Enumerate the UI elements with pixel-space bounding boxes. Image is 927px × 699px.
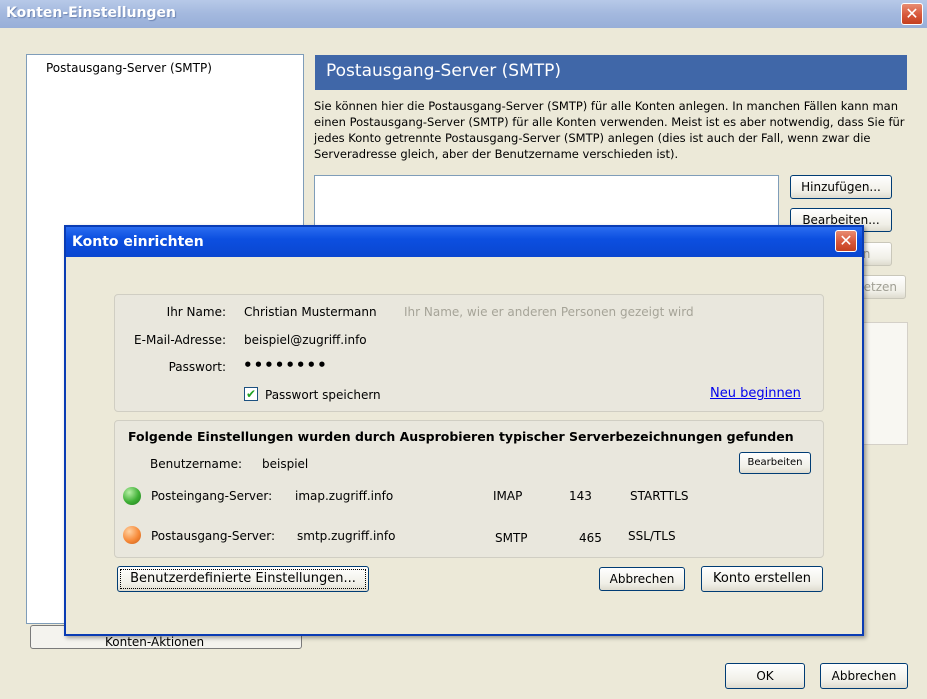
cancel-button[interactable]: Abbrechen	[820, 663, 908, 689]
incoming-server-security: STARTTLS	[630, 489, 689, 503]
outgoing-server-security: SSL/TLS	[628, 529, 676, 543]
incoming-server-host: imap.zugriff.info	[295, 489, 394, 503]
page-title: Postausgang-Server (SMTP)	[326, 61, 562, 81]
ok-button[interactable]: OK	[725, 663, 805, 689]
dialog-cancel-button[interactable]: Abbrechen	[599, 567, 685, 591]
name-field[interactable]: Christian Mustermann	[244, 305, 377, 319]
create-account-button[interactable]: Konto erstellen	[701, 566, 823, 592]
email-label: E-Mail-Adresse:	[134, 333, 226, 347]
name-label: Ihr Name:	[166, 305, 226, 319]
password-field[interactable]: ••••••••	[243, 356, 328, 374]
restart-link[interactable]: Neu beginnen	[710, 386, 801, 401]
dialog-close-icon[interactable]: ✕	[835, 230, 857, 252]
found-settings-title: Folgende Einstellungen wurden durch Ausp…	[128, 429, 794, 444]
email-field[interactable]: beispiel@zugriff.info	[244, 333, 367, 347]
dialog-title: Konto einrichten	[72, 234, 204, 250]
password-label: Passwort:	[168, 360, 226, 374]
name-hint: Ihr Name, wie er anderen Personen gezeig…	[404, 305, 694, 319]
incoming-server-port: 143	[569, 489, 592, 503]
username-value: beispiel	[262, 457, 309, 471]
outgoing-status-icon	[123, 526, 141, 544]
outgoing-server-host: smtp.zugriff.info	[297, 529, 396, 543]
window-title: Konten-Einstellungen	[6, 5, 177, 21]
incoming-status-icon	[123, 487, 141, 505]
edit-settings-button[interactable]: Bearbeiten	[739, 452, 811, 474]
account-actions-label: Konten-Aktionen	[105, 635, 205, 649]
custom-settings-button[interactable]: Benutzerdefinierte Einstellungen...	[117, 566, 369, 592]
incoming-server-label: Posteingang-Server:	[151, 489, 273, 503]
username-label: Benutzername:	[150, 457, 243, 471]
outgoing-server-protocol: SMTP	[495, 531, 528, 545]
outgoing-server-port: 465	[579, 531, 602, 545]
panel-description: Sie können hier die Postausgang-Server (…	[314, 99, 905, 161]
add-server-button[interactable]: Hinzufügen...	[790, 175, 892, 199]
outgoing-server-label: Postausgang-Server:	[151, 529, 276, 543]
save-password-checkbox[interactable]: ✔	[244, 387, 258, 401]
close-icon[interactable]: ✕	[901, 3, 923, 25]
save-password-label[interactable]: Passwort speichern	[265, 388, 381, 402]
account-tree-item-smtp[interactable]: Postausgang-Server (SMTP)	[46, 61, 212, 75]
incoming-server-protocol: IMAP	[493, 489, 523, 503]
